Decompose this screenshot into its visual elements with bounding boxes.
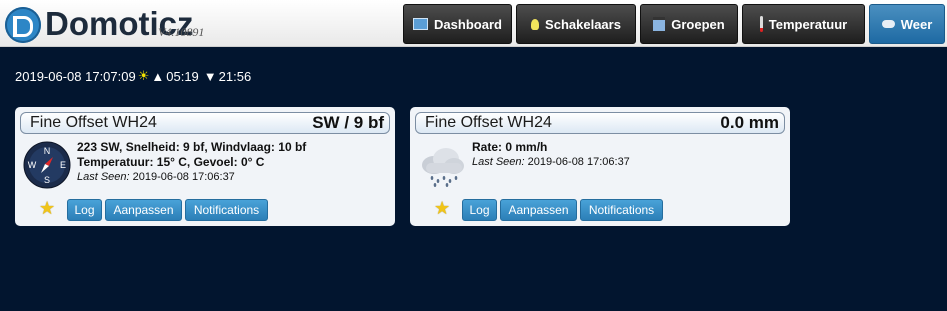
log-button[interactable]: Log	[67, 199, 102, 221]
nav-temperatuur-label: Temperatuur	[768, 16, 848, 32]
device-card-rain: Fine Offset WH24 0.0 mm Rate: 0 mm/h Las…	[410, 107, 790, 226]
top-header: Domoticz V4.10891 Dashboard Schakelaars …	[0, 0, 947, 47]
nav-schakelaars-label: Schakelaars	[545, 16, 621, 32]
device-value: SW / 9 bf	[312, 113, 384, 132]
nav-weer[interactable]: Weer	[869, 4, 945, 44]
nav-groepen[interactable]: Groepen	[640, 4, 738, 44]
last-seen: Last Seen: 2019-06-08 17:06:37	[77, 170, 306, 185]
notifications-button[interactable]: Notifications	[580, 199, 663, 221]
edit-button[interactable]: Aanpassen	[500, 199, 577, 221]
last-seen-label: Last Seen:	[77, 171, 130, 183]
log-button[interactable]: Log	[462, 199, 497, 221]
dashboard-icon	[413, 18, 429, 30]
sun-icon: ☀	[137, 68, 150, 83]
last-seen: Last Seen: 2019-06-08 17:06:37	[472, 155, 630, 170]
current-datetime: 2019-06-08 17:07:09	[15, 68, 136, 84]
app-version: V4.10891	[158, 25, 205, 39]
sunset-arrow-icon: ▼	[203, 68, 217, 84]
svg-text:W: W	[28, 160, 37, 170]
svg-text:E: E	[60, 160, 66, 170]
sunrise-arrow-icon: ▲	[151, 68, 165, 84]
lightbulb-icon	[531, 18, 540, 30]
nav-groepen-label: Groepen	[671, 16, 725, 32]
weather-cloud-icon	[881, 20, 895, 28]
device-card-wind: Fine Offset WH24 SW / 9 bf N S W E 223 S…	[15, 107, 395, 226]
favorite-star-icon[interactable]: ★	[39, 198, 55, 219]
svg-text:S: S	[44, 175, 50, 185]
domoticz-logo-icon[interactable]	[5, 7, 41, 43]
last-seen-value: 2019-06-08 17:06:37	[527, 156, 630, 168]
device-details: 223 SW, Snelheid: 9 bf, Windvlaag: 10 bf…	[77, 140, 306, 185]
device-value: 0.0 mm	[720, 113, 779, 132]
time-bar: 2019-06-08 17:07:09 ☀ ▲ 05:19 ▼ 21:56	[15, 68, 251, 84]
sunset-time: 21:56	[218, 68, 252, 84]
nav-temperatuur[interactable]: Temperatuur	[742, 4, 865, 44]
device-name: Fine Offset WH24	[30, 114, 157, 131]
group-icon	[653, 17, 666, 31]
rain-rate: Rate: 0 mm/h	[472, 140, 548, 154]
last-seen-label: Last Seen:	[472, 156, 525, 168]
card-header: Fine Offset WH24 SW / 9 bf	[20, 112, 390, 134]
nav-dashboard[interactable]: Dashboard	[403, 4, 512, 44]
sunrise-time: 05:19	[166, 68, 199, 84]
wind-details: 223 SW, Snelheid: 9 bf, Windvlaag: 10 bf	[77, 140, 307, 154]
nav-dashboard-label: Dashboard	[434, 16, 502, 32]
edit-button[interactable]: Aanpassen	[105, 199, 182, 221]
svg-text:N: N	[44, 146, 51, 156]
temperature-details: Temperatuur: 15° C, Gevoel: 0° C	[77, 155, 265, 169]
rain-cloud-icon	[422, 148, 464, 187]
card-header: Fine Offset WH24 0.0 mm	[415, 112, 785, 134]
notifications-button[interactable]: Notifications	[185, 199, 268, 221]
nav-schakelaars[interactable]: Schakelaars	[516, 4, 636, 44]
nav-weer-label: Weer	[900, 16, 933, 32]
device-name: Fine Offset WH24	[425, 114, 552, 131]
compass-icon: N S W E	[23, 141, 71, 189]
favorite-star-icon[interactable]: ★	[434, 198, 450, 219]
thermometer-icon	[759, 16, 763, 32]
last-seen-value: 2019-06-08 17:06:37	[132, 171, 235, 183]
device-details: Rate: 0 mm/h Last Seen: 2019-06-08 17:06…	[472, 140, 630, 170]
